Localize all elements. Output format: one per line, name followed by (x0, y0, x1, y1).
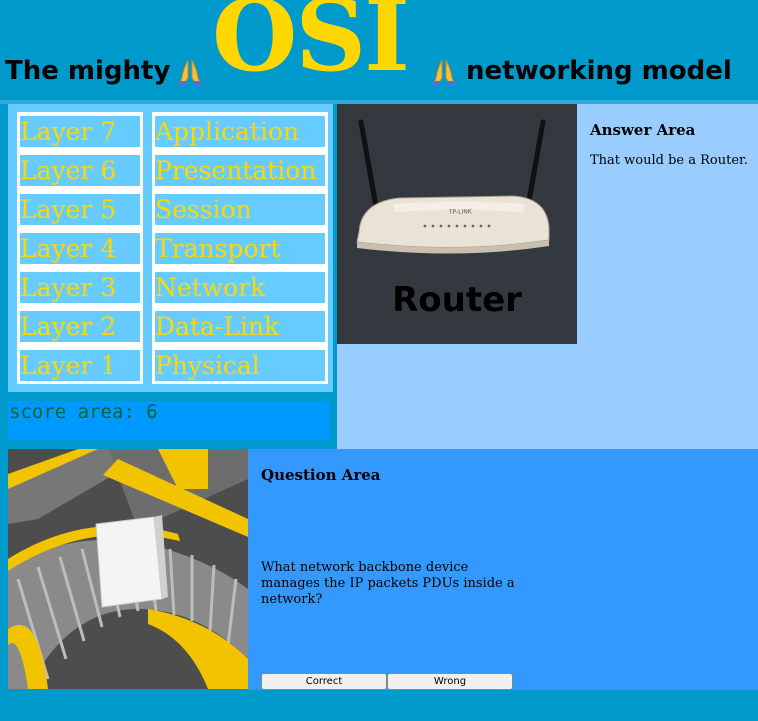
layer-name-item[interactable]: Session (155, 194, 325, 225)
title-suffix: networking model (466, 56, 732, 86)
layer-name-item[interactable]: Data-Link (155, 311, 325, 342)
layer-name-item[interactable]: Network (155, 272, 325, 303)
layers-panel: Layer 7 Layer 6 Layer 5 Layer 4 Layer 3 … (8, 104, 333, 392)
title-prefix: The mighty (5, 56, 171, 86)
folded-hands-icon (432, 59, 456, 86)
layer-name-item[interactable]: Presentation (155, 155, 325, 186)
router-caption: Router (392, 280, 522, 320)
score-area: score area: 6 (8, 401, 330, 440)
answer-area: Answer Area That would be a Router. (577, 104, 758, 449)
layer-number-item[interactable]: Layer 5 (20, 194, 140, 225)
layer-number-item[interactable]: Layer 1 (20, 350, 140, 381)
question-text: What network backbone device manages the… (261, 560, 515, 607)
layer-number-item[interactable]: Layer 4 (20, 233, 140, 264)
title-osi: OSI (212, 0, 410, 94)
conveyor-illustration (8, 449, 248, 689)
layer-name-item[interactable]: Application (155, 116, 325, 147)
answer-area-fill (337, 344, 577, 449)
router-illustration: TP-LINK Router (356, 119, 550, 320)
layer-number-item[interactable]: Layer 6 (20, 155, 140, 186)
layer-name-column: Application Presentation Session Transpo… (152, 112, 328, 384)
question-area-title: Question Area (261, 466, 381, 484)
layer-number-item[interactable]: Layer 7 (20, 116, 140, 147)
layer-name-item[interactable]: Physical (155, 350, 325, 381)
layer-number-column: Layer 7 Layer 6 Layer 5 Layer 4 Layer 3 … (17, 112, 143, 384)
folded-hands-icon (178, 59, 202, 86)
router-brand-label: TP-LINK (448, 208, 473, 216)
wrong-button[interactable]: Wrong (387, 673, 513, 690)
router-image: TP-LINK Router (337, 104, 577, 344)
page-header: The mighty OSI networking model (0, 0, 758, 100)
answer-area-title: Answer Area (590, 121, 696, 139)
layer-number-item[interactable]: Layer 2 (20, 311, 140, 342)
conveyor-image (8, 449, 248, 689)
layer-name-item[interactable]: Transport (155, 233, 325, 264)
correct-button[interactable]: Correct (261, 673, 387, 690)
layer-number-item[interactable]: Layer 3 (20, 272, 140, 303)
answer-text: That would be a Router. (590, 153, 748, 168)
question-area: Question Area What network backbone devi… (248, 449, 758, 690)
